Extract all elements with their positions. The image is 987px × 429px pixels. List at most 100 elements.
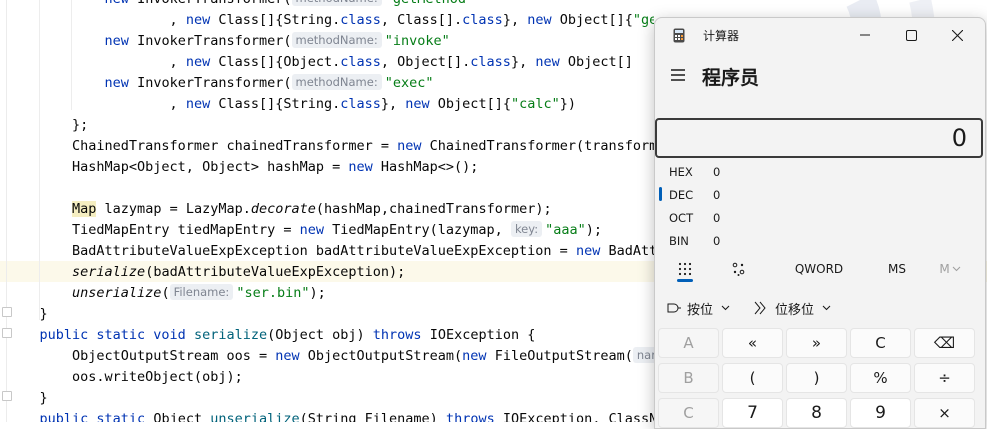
code-line[interactable]: unserialize(Filename: "ser.bin"); (7, 283, 326, 304)
code-line[interactable]: } (7, 388, 48, 409)
code-token: BadAttr (608, 243, 654, 259)
code-token: new (185, 12, 211, 28)
code-token: "getRuntime" (632, 12, 654, 28)
key-a[interactable]: A (658, 328, 719, 358)
code-token: "invoke" (384, 33, 450, 49)
code-line[interactable]: Map lazymap = LazyMap.decorate(hashMap,c… (7, 199, 552, 220)
code-token: Object[]{ (429, 96, 511, 112)
key-divide[interactable]: ÷ (914, 363, 975, 393)
radix-dec-row[interactable]: DEC 0 (655, 185, 985, 207)
code-token: }; (7, 117, 89, 133)
code-line[interactable]: , new Class[]{String.class, Class[].clas… (7, 10, 654, 31)
code-token: BadAttributeValueExpException badAttribu… (7, 243, 576, 259)
window-title: 计算器 (703, 29, 740, 43)
code-token: } (7, 390, 48, 406)
code-token: (Object obj) (267, 327, 373, 343)
memory-view-label: M (939, 262, 950, 276)
minimize-button[interactable] (842, 18, 888, 52)
key-backspace[interactable]: ⌫ (914, 328, 975, 358)
active-keypad-indicator (677, 279, 693, 282)
code-token: }, (380, 96, 406, 112)
mode-title: 程序员 (702, 67, 760, 89)
radix-label: OCT (669, 211, 694, 225)
key-rotate-left[interactable]: « (722, 328, 783, 358)
code-token: new (105, 0, 129, 7)
code-token: , (7, 12, 186, 28)
code-token: new (405, 96, 430, 112)
memory-store-button[interactable]: MS (881, 256, 913, 282)
code-token: throws (372, 327, 422, 343)
radix-hex-row[interactable]: HEX 0 (655, 162, 985, 184)
key-8[interactable]: 8 (786, 398, 847, 428)
code-line[interactable]: new InvokerTransformer(methodName:"getMe… (7, 0, 474, 10)
radix-value: 0 (713, 234, 721, 248)
code-token: new (397, 138, 422, 154)
keypad-grid-icon (678, 262, 692, 276)
bitshift-icon (754, 301, 766, 315)
code-token: }, (502, 12, 528, 28)
code-token: serialize (193, 327, 268, 343)
chevron-down-icon (721, 305, 730, 311)
radix-oct-row[interactable]: OCT 0 (655, 208, 985, 230)
bit-toggle-keypad-button[interactable] (727, 256, 751, 282)
code-line[interactable]: BadAttributeValueExpException badAttribu… (7, 241, 654, 262)
bitshift-dropdown[interactable]: 位移位 (753, 296, 831, 320)
code-line[interactable]: HashMap<Object, Object> hashMap = new Ha… (7, 157, 478, 178)
code-line[interactable]: , new Class[]{String.class}, new Object[… (7, 94, 576, 115)
code-token: , (7, 96, 186, 112)
close-button[interactable] (934, 18, 980, 52)
key-b[interactable]: B (658, 363, 719, 393)
key-c-hex[interactable]: C (658, 398, 719, 428)
calculator-titlebar[interactable]: 计算器 (655, 18, 985, 52)
code-token: Class[]{Object. (210, 54, 341, 70)
memory-view-button[interactable]: M (935, 256, 965, 282)
code-line[interactable]: , new Class[]{Object.class, Object[].cla… (7, 52, 633, 73)
code-token: public static (39, 411, 146, 422)
code-token: InvokerTransformer( (128, 33, 292, 49)
code-token: throws (445, 411, 495, 422)
bitwise-dropdown[interactable]: 按位 (667, 296, 730, 320)
word-size-button[interactable]: QWORD (789, 256, 849, 282)
key-7[interactable]: 7 (722, 398, 783, 428)
key-clear[interactable]: C (850, 328, 911, 358)
key-multiply[interactable]: × (914, 398, 975, 428)
code-token: new (299, 222, 324, 238)
code-line[interactable]: TiedMapEntry tiedMapEntry = new TiedMapE… (7, 220, 602, 241)
code-line[interactable]: ChainedTransformer chainedTransformer = … (7, 136, 654, 157)
code-token: "getMethod" (385, 0, 474, 7)
minimize-icon (860, 34, 870, 36)
calculator-app-icon (673, 28, 685, 43)
code-token: "aaa" (545, 222, 586, 238)
calculator-display[interactable]: 0 (655, 118, 983, 158)
chevron-down-icon (822, 305, 831, 311)
maximize-icon (905, 29, 917, 41)
maximize-button[interactable] (888, 18, 934, 52)
code-area[interactable]: new InvokerTransformer(methodName:"getMe… (0, 0, 654, 422)
key-close-paren[interactable]: ) (786, 363, 847, 393)
code-line[interactable]: } (7, 304, 48, 325)
key-open-paren[interactable]: ( (722, 363, 783, 393)
code-line[interactable]: new InvokerTransformer(methodName: "exec" (7, 73, 434, 94)
code-token: HashMap<>(); (372, 159, 479, 175)
code-token: ); (585, 222, 603, 238)
radix-bin-row[interactable]: BIN 0 (655, 231, 985, 253)
code-token: oos.writeObject(obj); (7, 369, 243, 385)
code-line[interactable]: }; (7, 115, 88, 136)
key-rotate-right[interactable]: » (786, 328, 847, 358)
key-9[interactable]: 9 (850, 398, 911, 428)
code-token: ObjectOutputStream( (299, 348, 463, 364)
code-line[interactable]: oos.writeObject(obj); (7, 367, 243, 388)
parameter-hint: Filename: (169, 284, 234, 300)
code-line[interactable]: ObjectOutputStream oos = new ObjectOutpu… (7, 346, 654, 367)
hamburger-menu-icon[interactable] (670, 68, 688, 82)
key-modulo[interactable]: % (850, 363, 911, 393)
code-line[interactable]: new InvokerTransformer(methodName: "invok… (7, 31, 450, 52)
code-line[interactable]: public static void serialize(Object obj)… (7, 325, 536, 346)
code-token: (String Filename) (299, 411, 446, 422)
code-line[interactable]: public static Object unserialize(String … (7, 409, 654, 422)
calculator-window[interactable]: 计算器 程序员 0 HEX 0 DEC 0 OCT 0 BIN 0 QWORD … (654, 17, 986, 429)
code-line[interactable]: serialize(badAttributeValueExpException)… (7, 262, 405, 283)
